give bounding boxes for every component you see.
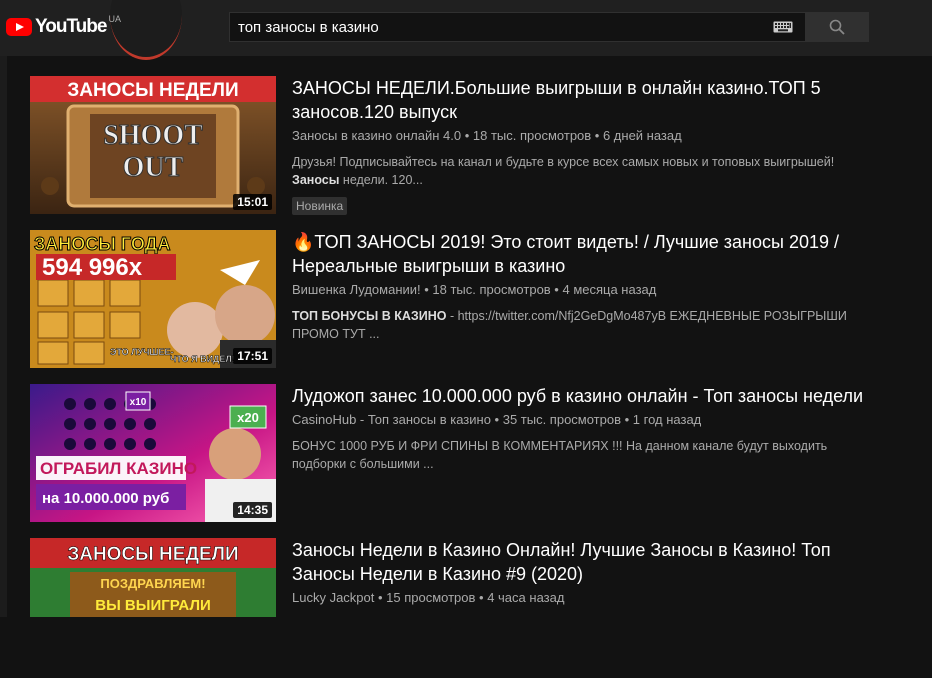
thumb-caption: SHOOT xyxy=(103,120,203,151)
video-result[interactable]: ЗАНОСЫ НЕДЕЛИ ПОЗДРАВЛЯЕМ! ВЫ ВЫИГРАЛИ З… xyxy=(30,538,900,678)
keyboard-icon[interactable] xyxy=(773,21,793,33)
thumb-caption: ВЫ ВЫИГРАЛИ xyxy=(95,597,211,614)
sidebar-edge xyxy=(0,56,7,617)
thumb-caption: ЧТО Я ВИДЕЛ! xyxy=(170,354,235,364)
video-result[interactable]: x10 x20 ОГРАБИЛ КАЗИНО на 10.000.000 руб… xyxy=(30,384,900,524)
video-duration: 17:51 xyxy=(233,348,272,364)
thumb-caption: на 10.000.000 руб xyxy=(42,490,169,507)
video-info: Заносы Недели в Казино Онлайн! Лучшие За… xyxy=(292,538,872,607)
desc-text: Друзья! Подписывайтесь на канал и будьте… xyxy=(292,155,835,169)
video-title[interactable]: 🔥ТОП ЗАНОСЫ 2019! Это стоит видеть! / Лу… xyxy=(292,230,872,278)
video-duration: 15:01 xyxy=(233,194,272,210)
thumb-caption: ЗАНОСЫ ГОДА xyxy=(34,234,170,254)
thumb-caption: ЗАНОСЫ НЕДЕЛИ xyxy=(67,544,238,565)
video-title[interactable]: Лудожоп занес 10.000.000 руб в казино он… xyxy=(292,384,872,408)
video-description: ТОП БОНУСЫ В КАЗИНО - https://twitter.co… xyxy=(292,307,872,343)
video-thumbnail[interactable]: ЗАНОСЫ НЕДЕЛИ SHOOT OUT 15:01 xyxy=(30,76,276,214)
thumb-badge: x20 xyxy=(237,410,259,425)
search-input[interactable] xyxy=(238,18,773,36)
video-result[interactable]: ЗАНОСЫ НЕДЕЛИ SHOOT OUT 15:01 ЗАНОСЫ НЕД… xyxy=(30,76,900,216)
thumb-badge: x10 xyxy=(130,397,147,408)
thumbnail-art: ЗАНОСЫ НЕДЕЛИ ПОЗДРАВЛЯЕМ! ВЫ ВЫИГРАЛИ xyxy=(30,538,276,617)
video-thumbnail[interactable]: x10 x20 ОГРАБИЛ КАЗИНО на 10.000.000 руб… xyxy=(30,384,276,522)
logo-region: UA xyxy=(108,14,121,24)
logo-text: YouTube xyxy=(35,16,107,37)
video-title[interactable]: ЗАНОСЫ НЕДЕЛИ.Большие выигрыши в онлайн … xyxy=(292,76,872,124)
desc-highlight: Заносы xyxy=(292,173,340,187)
video-title[interactable]: Заносы Недели в Казино Онлайн! Лучшие За… xyxy=(292,538,872,586)
video-description: БОНУС 1000 РУБ И ФРИ СПИНЫ В КОММЕНТАРИЯ… xyxy=(292,439,828,471)
video-meta: Вишенка Лудомании! • 18 тыс. просмотров … xyxy=(292,282,657,297)
thumb-caption: 594 996x xyxy=(42,254,143,281)
thumb-caption: OUT xyxy=(123,152,184,183)
search-icon xyxy=(829,19,845,35)
search-button[interactable] xyxy=(805,12,869,42)
video-duration: 14:35 xyxy=(233,502,272,518)
video-description: Друзья! Подписывайтесь на канал и будьте… xyxy=(292,153,872,189)
thumb-caption: ЭТО ЛУЧШЕЕ- xyxy=(110,347,173,357)
masthead: YouTube UA xyxy=(0,0,932,60)
thumb-caption: ОГРАБИЛ КАЗИНО xyxy=(40,459,197,478)
video-thumbnail[interactable]: ЗАНОСЫ ГОДА 594 996x ЭТО ЛУЧШЕЕ- ЧТО Я В… xyxy=(30,230,276,368)
desc-highlight: ТОП БОНУСЫ В xyxy=(292,309,395,323)
youtube-logo[interactable]: YouTube UA xyxy=(6,14,121,38)
desc-text: недели. 120... xyxy=(339,173,423,187)
video-info: Лудожоп занес 10.000.000 руб в казино он… xyxy=(292,384,872,473)
youtube-logo-icon xyxy=(6,18,32,36)
video-meta: CasinoHub - Топ заносы в казино • 35 тыс… xyxy=(292,412,702,427)
video-info: 🔥ТОП ЗАНОСЫ 2019! Это стоит видеть! / Лу… xyxy=(292,230,872,343)
video-info: ЗАНОСЫ НЕДЕЛИ.Большие выигрыши в онлайн … xyxy=(292,76,872,215)
new-badge: Новинка xyxy=(292,197,348,215)
video-thumbnail[interactable]: ЗАНОСЫ НЕДЕЛИ ПОЗДРАВЛЯЕМ! ВЫ ВЫИГРАЛИ xyxy=(30,538,276,617)
video-meta: Lucky Jackpot • 15 просмотров • 4 часа н… xyxy=(292,590,565,605)
video-meta: Заносы в казино онлайн 4.0 • 18 тыс. про… xyxy=(292,128,682,143)
thumb-caption: ЗАНОСЫ НЕДЕЛИ xyxy=(67,80,238,101)
thumb-caption: ПОЗДРАВЛЯЕМ! xyxy=(100,576,205,591)
search-box xyxy=(229,12,805,42)
desc-highlight: КАЗИНО xyxy=(394,309,447,323)
video-result[interactable]: ЗАНОСЫ ГОДА 594 996x ЭТО ЛУЧШЕЕ- ЧТО Я В… xyxy=(30,230,900,370)
